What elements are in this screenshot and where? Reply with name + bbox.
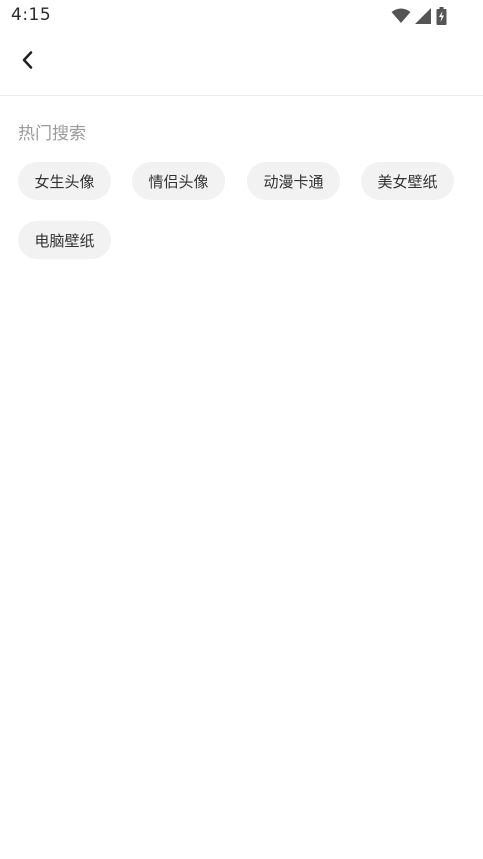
cell-signal-icon — [415, 8, 432, 24]
hot-search-tag[interactable]: 美女壁纸 — [361, 162, 454, 200]
status-time: 4:15 — [11, 5, 52, 25]
battery-charging-icon — [436, 7, 447, 25]
back-button[interactable] — [14, 48, 42, 76]
hot-search-tag[interactable]: 女生头像 — [18, 162, 111, 200]
wifi-icon — [391, 8, 411, 24]
hot-search-tag[interactable]: 动漫卡通 — [247, 162, 340, 200]
status-bar: 4:15 — [0, 0, 483, 32]
chevron-left-icon — [21, 50, 35, 74]
hot-search-tag[interactable]: 情侣头像 — [132, 162, 225, 200]
top-bar — [0, 32, 483, 96]
status-icons — [391, 6, 447, 26]
hot-search-title: 热门搜索 — [18, 124, 86, 144]
hot-search-tag[interactable]: 电脑壁纸 — [18, 221, 111, 259]
